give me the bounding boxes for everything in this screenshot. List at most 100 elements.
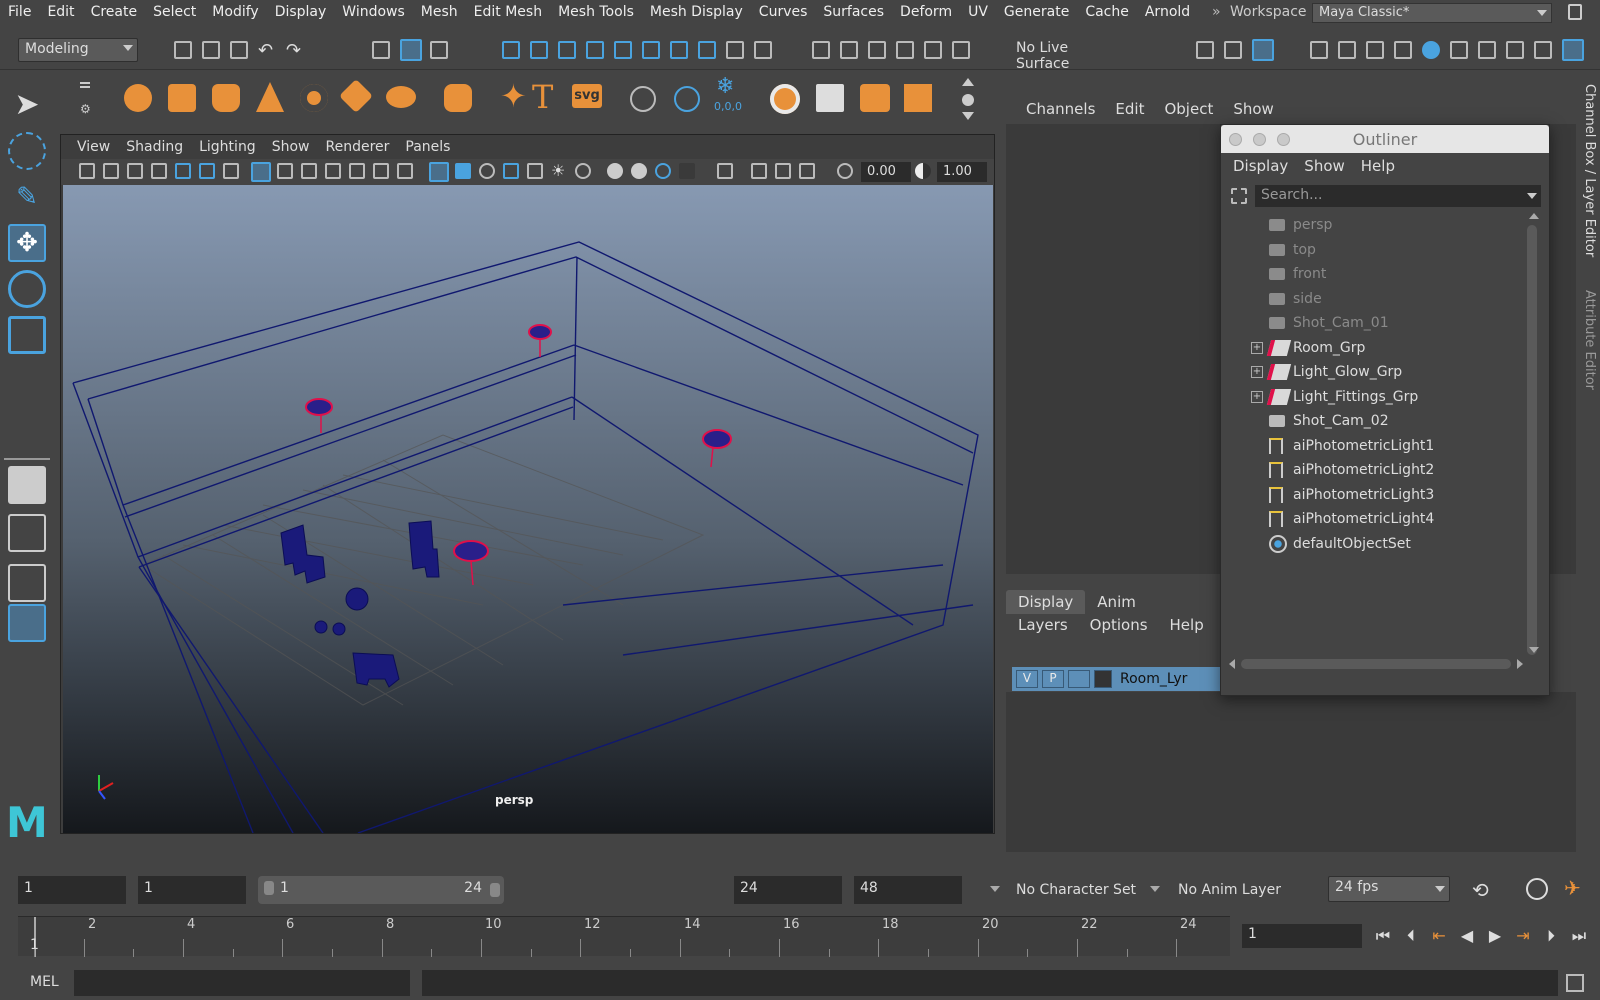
- close-window-icon[interactable]: [1229, 133, 1242, 146]
- menu-windows[interactable]: Windows: [334, 4, 413, 20]
- snap-view-plane-icon[interactable]: [586, 41, 604, 59]
- help-query-icon[interactable]: [698, 41, 716, 59]
- pick-walk-icon[interactable]: [754, 41, 772, 59]
- channel-box-menu-object[interactable]: Object: [1154, 100, 1223, 118]
- history-icon[interactable]: [642, 41, 660, 59]
- outliner-filter-icon[interactable]: [1231, 188, 1247, 204]
- layer-stack-icon[interactable]: [770, 84, 800, 114]
- superellipse-icon[interactable]: ✦: [500, 80, 527, 112]
- snap-rotate-icon[interactable]: [952, 41, 970, 59]
- channel-box-menu-channels[interactable]: Channels: [1016, 100, 1105, 118]
- poly-disc-icon[interactable]: [386, 86, 416, 108]
- outliner-item-room-grp[interactable]: + Room_Grp: [1221, 336, 1527, 360]
- scroll-right-icon[interactable]: [1517, 659, 1523, 669]
- viewport-scene[interactable]: [63, 185, 993, 833]
- use-all-lights-icon[interactable]: ☀: [551, 161, 565, 180]
- menu-deform[interactable]: Deform: [892, 4, 960, 20]
- lock-selection-icon[interactable]: [726, 41, 744, 59]
- svg-tool-icon[interactable]: svg: [572, 84, 602, 108]
- outliner-item-light-glow-grp[interactable]: + Light_Glow_Grp: [1221, 360, 1527, 384]
- menu-cache[interactable]: Cache: [1077, 4, 1137, 20]
- character-set-caret-icon[interactable]: [990, 886, 1000, 892]
- outliner-item-shot-cam-01[interactable]: Shot_Cam_01: [1221, 311, 1527, 335]
- command-input[interactable]: [74, 970, 410, 996]
- freeze-transform-icon[interactable]: ❄: [716, 74, 734, 99]
- shelf-scroll-down-icon[interactable]: [962, 112, 974, 120]
- step-forward-key-icon[interactable]: ⇥: [1512, 925, 1534, 947]
- persp-outliner-layout-icon[interactable]: [8, 564, 46, 602]
- channel-box-menu-edit[interactable]: Edit: [1105, 100, 1154, 118]
- layer-visibility-toggle[interactable]: V: [1016, 670, 1038, 688]
- text-tool-icon[interactable]: T: [532, 78, 553, 116]
- viewport-menu-renderer[interactable]: Renderer: [317, 139, 397, 155]
- render-view-icon[interactable]: [670, 41, 688, 59]
- channel-box-menu-show[interactable]: Show: [1223, 100, 1283, 118]
- anti-aliasing-icon[interactable]: [655, 163, 671, 179]
- hypershade-icon[interactable]: [1422, 41, 1440, 59]
- save-scene-icon[interactable]: [230, 41, 248, 59]
- outliner-item-shot-cam-02[interactable]: Shot_Cam_02: [1221, 409, 1527, 433]
- current-frame-field[interactable]: 1: [1242, 924, 1362, 948]
- menu-edit[interactable]: Edit: [39, 4, 82, 20]
- outliner-layout-icon[interactable]: [8, 604, 46, 642]
- paint-select-icon[interactable]: ✎: [8, 178, 46, 216]
- snap-curve-icon[interactable]: [530, 41, 548, 59]
- layer-menu-help[interactable]: Help: [1170, 616, 1214, 634]
- extrude-icon[interactable]: [904, 84, 932, 112]
- grid-display-icon[interactable]: [251, 162, 271, 182]
- outliner-search-input[interactable]: Search...: [1255, 185, 1541, 207]
- timeline[interactable]: 1 2 4 6 8 10 12 14 16 18 20 22 24: [18, 916, 1230, 957]
- outliner-item-side[interactable]: side: [1221, 287, 1527, 311]
- play-forwards-icon[interactable]: ▶: [1484, 925, 1506, 947]
- single-perspective-layout-icon[interactable]: [8, 466, 46, 504]
- tab-anim[interactable]: Anim: [1085, 590, 1148, 614]
- render-settings-icon[interactable]: [1394, 41, 1412, 59]
- snap-together-icon[interactable]: [840, 41, 858, 59]
- step-forward-frame-icon[interactable]: ⏵: [1540, 925, 1562, 947]
- playback-end-field[interactable]: 24: [734, 876, 842, 904]
- lock-icon[interactable]: [1568, 4, 1582, 20]
- go-to-start-icon[interactable]: ⏮: [1372, 925, 1394, 947]
- snap-align-icon[interactable]: [868, 41, 886, 59]
- film-gate-icon[interactable]: [277, 163, 293, 179]
- loop-icon[interactable]: ⟲: [1472, 878, 1489, 902]
- menu-file[interactable]: File: [0, 4, 39, 20]
- attribute-editor-toggle-icon[interactable]: [1252, 39, 1274, 61]
- script-editor-icon[interactable]: [1566, 974, 1584, 992]
- four-view-layout-icon[interactable]: [8, 514, 46, 552]
- 2d-pan-zoom-icon[interactable]: [175, 163, 191, 179]
- depth-of-field-icon[interactable]: [679, 163, 695, 179]
- exposure-icon[interactable]: [837, 163, 853, 179]
- move-tool-icon[interactable]: ✥: [8, 224, 46, 262]
- go-to-end-icon[interactable]: ⏭: [1568, 925, 1590, 947]
- poly-cylinder-icon[interactable]: [212, 84, 240, 112]
- outliner-item-aiphotometriclight1[interactable]: aiPhotometricLight1: [1221, 434, 1527, 458]
- maximize-window-icon[interactable]: [1277, 133, 1290, 146]
- resolution-gate-icon[interactable]: [301, 163, 317, 179]
- menu-uv[interactable]: UV: [960, 4, 996, 20]
- human-ik-icon[interactable]: [1478, 41, 1496, 59]
- channel-box-icon[interactable]: [1534, 41, 1552, 59]
- textured-icon[interactable]: [775, 163, 791, 179]
- live-surface-field[interactable]: No Live Surface: [1010, 38, 1130, 72]
- mode-dropdown[interactable]: Modeling: [18, 38, 138, 62]
- viewport-menu-lighting[interactable]: Lighting: [191, 139, 264, 155]
- scroll-left-icon[interactable]: [1229, 659, 1235, 669]
- menu-surfaces[interactable]: Surfaces: [815, 4, 892, 20]
- menu-mesh-tools[interactable]: Mesh Tools: [550, 4, 642, 20]
- workspace-dropdown[interactable]: Maya Classic*: [1312, 3, 1552, 23]
- select-hierarchy-icon[interactable]: [372, 41, 390, 59]
- outliner-item-top[interactable]: top: [1221, 238, 1527, 262]
- end-time-field[interactable]: 48: [854, 876, 962, 904]
- platonic-solid-icon[interactable]: [444, 84, 472, 112]
- menu-edit-mesh[interactable]: Edit Mesh: [466, 4, 550, 20]
- shelf-scroll-up-icon[interactable]: [962, 78, 974, 86]
- outliner-item-light-fittings-grp[interactable]: + Light_Fittings_Grp: [1221, 385, 1527, 409]
- scroll-up-icon[interactable]: [1529, 213, 1539, 219]
- step-back-key-icon[interactable]: ⇤: [1428, 925, 1450, 947]
- outliner-horizontal-scrollbar[interactable]: [1241, 659, 1511, 669]
- outliner-item-defaultobjectset[interactable]: defaultObjectSet: [1221, 532, 1527, 556]
- outliner-titlebar[interactable]: Outliner: [1221, 125, 1549, 153]
- safe-action-icon[interactable]: [373, 163, 389, 179]
- tab-channel-box-layer-editor[interactable]: Channel Box / Layer Editor: [1582, 84, 1597, 257]
